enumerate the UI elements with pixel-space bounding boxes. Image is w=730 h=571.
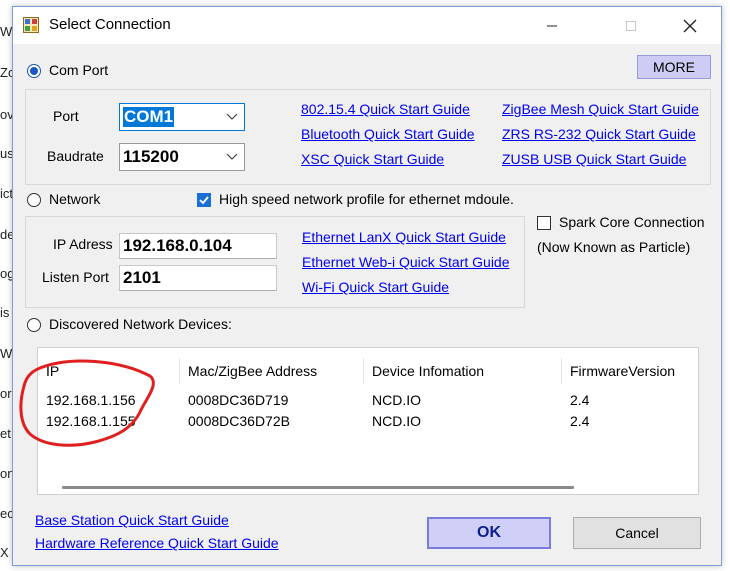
background-text: de — [0, 227, 12, 242]
column-header-ip[interactable]: IP — [38, 358, 180, 384]
background-text: et — [0, 426, 11, 441]
background-text: Zo — [0, 65, 12, 80]
background-text: W — [0, 24, 12, 39]
port-label: Port — [53, 108, 79, 124]
chevron-down-icon — [226, 113, 238, 120]
port-select[interactable]: COM1 — [119, 103, 245, 131]
discovered-devices-radio[interactable] — [27, 318, 41, 332]
baudrate-select[interactable]: 115200 — [119, 143, 245, 171]
network-radio[interactable] — [27, 193, 41, 207]
cell-mac: 0008DC36D719 — [188, 392, 289, 408]
guide-zrs-rs232-link[interactable]: ZRS RS-232 Quick Start Guide — [502, 126, 696, 142]
select-connection-dialog: Select Connection Com Port MORE Port COM… — [12, 6, 722, 566]
list-header: IP Mac/ZigBee Address Device Infomation … — [38, 358, 698, 384]
background-text: W — [0, 346, 12, 361]
horizontal-scrollbar[interactable] — [62, 486, 574, 489]
more-button[interactable]: MORE — [637, 55, 711, 79]
network-label: Network — [49, 191, 101, 207]
column-header-mac[interactable]: Mac/ZigBee Address — [180, 358, 364, 384]
background-text: ict — [0, 186, 12, 201]
ip-address-input[interactable]: 192.168.0.104 — [119, 233, 277, 259]
cell-mac: 0008DC36D72B — [188, 413, 290, 429]
spark-core-checkbox[interactable] — [537, 216, 551, 230]
spark-core-label: Spark Core Connection — [559, 214, 705, 230]
background-text: on — [0, 466, 12, 481]
guide-802154-link[interactable]: 802.15.4 Quick Start Guide — [301, 101, 470, 117]
column-header-firmware[interactable]: FirmwareVersion — [562, 358, 698, 384]
table-row[interactable]: 192.168.1.156 0008DC36D719 NCD.IO 2.4 — [38, 392, 698, 412]
background-text: is — [0, 305, 10, 320]
column-header-device-info[interactable]: Device Infomation — [364, 358, 562, 384]
guide-base-station-link[interactable]: Base Station Quick Start Guide — [35, 512, 229, 528]
background-text: us — [0, 146, 12, 161]
cell-ip: 192.168.1.156 — [46, 392, 136, 408]
ip-address-label: IP Adress — [53, 236, 113, 252]
close-button[interactable] — [667, 7, 713, 44]
cell-firmware: 2.4 — [570, 392, 590, 408]
port-value: COM1 — [123, 107, 175, 127]
guide-hardware-reference-link[interactable]: Hardware Reference Quick Start Guide — [35, 535, 279, 551]
chevron-down-icon — [226, 153, 238, 160]
cell-ip: 192.168.1.155 — [46, 413, 136, 429]
background-text: ov — [0, 107, 12, 122]
guide-wifi-link[interactable]: Wi-Fi Quick Start Guide — [302, 279, 449, 295]
guide-zusb-usb-link[interactable]: ZUSB USB Quick Start Guide — [502, 151, 686, 167]
background-text: X — [0, 545, 9, 560]
app-icon — [23, 17, 39, 33]
background-text: or — [0, 386, 12, 401]
background-text: og — [0, 266, 12, 281]
minimize-button[interactable] — [529, 7, 575, 44]
window-title: Select Connection — [49, 16, 171, 33]
spark-core-note: (Now Known as Particle) — [537, 239, 691, 255]
maximize-icon — [626, 20, 636, 31]
cell-device-info: NCD.IO — [372, 413, 421, 429]
maximize-button[interactable] — [608, 7, 654, 44]
close-icon — [683, 19, 697, 32]
guide-ethernet-lanx-link[interactable]: Ethernet LanX Quick Start Guide — [302, 229, 506, 245]
guide-zigbee-mesh-link[interactable]: ZigBee Mesh Quick Start Guide — [502, 101, 699, 117]
com-port-label: Com Port — [49, 62, 109, 78]
listen-port-label: Listen Port — [42, 269, 109, 285]
cancel-button[interactable]: Cancel — [573, 517, 701, 549]
minimize-icon — [547, 25, 557, 26]
discovered-devices-list[interactable]: IP Mac/ZigBee Address Device Infomation … — [37, 347, 699, 495]
discovered-devices-label: Discovered Network Devices: — [49, 316, 232, 332]
checkmark-icon — [199, 196, 209, 205]
ok-button[interactable]: OK — [427, 517, 551, 549]
cell-device-info: NCD.IO — [372, 392, 421, 408]
listen-port-input[interactable]: 2101 — [119, 265, 277, 291]
com-port-radio[interactable] — [27, 64, 41, 78]
table-row[interactable]: 192.168.1.155 0008DC36D72B NCD.IO 2.4 — [38, 413, 698, 433]
baudrate-value: 115200 — [123, 147, 179, 166]
cell-firmware: 2.4 — [570, 413, 590, 429]
high-speed-label: High speed network profile for ethernet … — [219, 191, 514, 207]
guide-xsc-link[interactable]: XSC Quick Start Guide — [301, 151, 444, 167]
background-window-edge: W Zo ov us ict de og is W or et on ec X — [0, 0, 12, 571]
title-bar[interactable]: Select Connection — [13, 7, 721, 44]
guide-ethernet-webi-link[interactable]: Ethernet Web-i Quick Start Guide — [302, 254, 510, 270]
guide-bluetooth-link[interactable]: Bluetooth Quick Start Guide — [301, 126, 475, 142]
background-text: ec — [0, 506, 12, 521]
baudrate-label: Baudrate — [47, 148, 104, 164]
high-speed-checkbox[interactable] — [197, 193, 211, 207]
